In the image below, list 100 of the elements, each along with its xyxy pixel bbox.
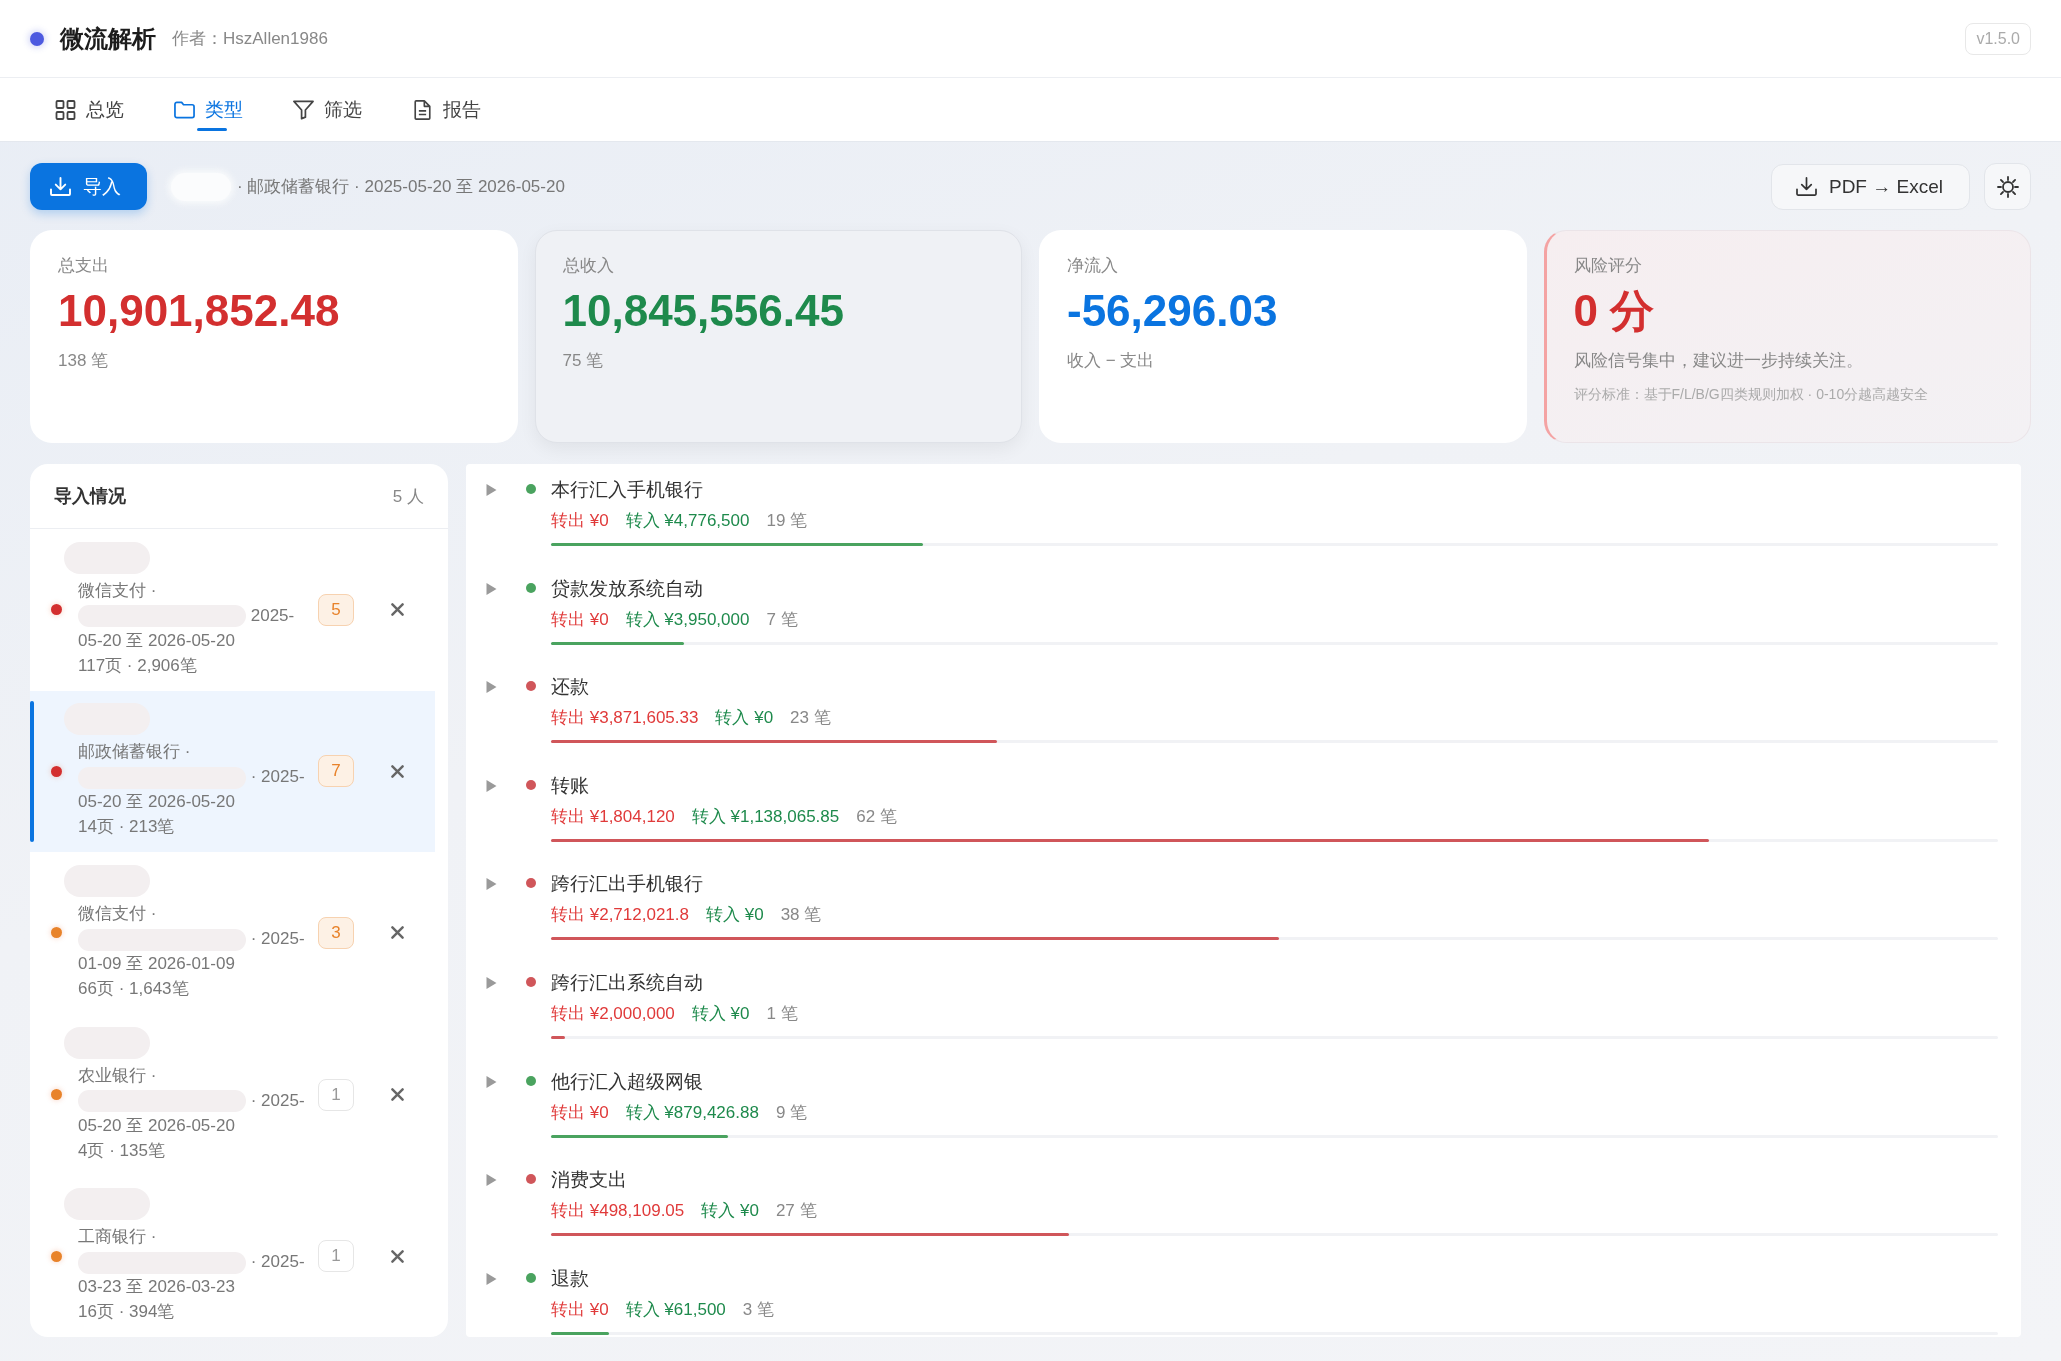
import-item[interactable]: 农业银行 · · 2025-05-20 至 2026-05-20 4页 · 135笔 1 <box>30 1013 435 1176</box>
page-count: 16页 · 394笔 <box>78 1301 175 1324</box>
stat-value: 10,845,556.45 <box>562 285 845 337</box>
outflow-amount: 转出 ¥3,871,605.33 <box>551 707 699 730</box>
caret-right-icon[interactable] <box>486 582 497 595</box>
account-detail: 微信支付 · · 2025-01-09 至 2026-01-09 <box>78 903 306 975</box>
caret-right-icon[interactable] <box>486 1075 497 1088</box>
transaction-count: 38 笔 <box>780 904 822 927</box>
category-name: 贷款发放系统自动 <box>551 576 704 601</box>
inflow-amount: 转入 ¥0 <box>706 904 764 927</box>
author-label: 作者：HszAllen1986 <box>172 28 328 50</box>
close-icon <box>390 1088 404 1102</box>
stat-note: 138 笔 <box>58 350 110 372</box>
close-icon <box>390 926 404 940</box>
stat-label: 总收入 <box>562 255 615 277</box>
download-icon <box>1795 177 1817 196</box>
close-icon <box>390 1249 404 1263</box>
outflow-amount: 转出 ¥0 <box>551 1298 609 1321</box>
category-name: 转账 <box>551 773 590 798</box>
transaction-count: 1 笔 <box>766 1002 798 1025</box>
caret-right-icon[interactable] <box>486 976 497 989</box>
outflow-amount: 转出 ¥2,712,021.8 <box>551 904 689 927</box>
outflow-amount: 转出 ¥1,804,120 <box>551 805 675 828</box>
count-badge: 3 <box>318 917 354 949</box>
stat-value: 10,901,852.48 <box>58 285 341 337</box>
document-icon <box>412 99 433 120</box>
import-item[interactable]: 微信支付 · 2025-05-20 至 2026-05-20 117页 · 2,906笔 5 <box>30 529 435 691</box>
page-count: 4页 · 135笔 <box>78 1139 165 1162</box>
import-item[interactable]: 微信支付 · · 2025-01-09 至 2026-01-09 66页 · 1,643笔 3 <box>30 852 435 1014</box>
close-icon <box>390 603 404 617</box>
transaction-count: 19 笔 <box>766 510 808 532</box>
transaction-count: 27 笔 <box>775 1200 817 1223</box>
nav-tab[interactable]: 筛选 <box>293 78 362 141</box>
caret-right-icon[interactable] <box>486 779 497 792</box>
download-icon <box>50 177 71 196</box>
account-detail: 农业银行 · · 2025-05-20 至 2026-05-20 <box>78 1064 306 1137</box>
logo-dot-icon <box>30 31 44 46</box>
stat-footnote: 评分标准：基于F/L/B/G四类规则加权 · 0-10分越高越安全 <box>1573 385 1930 404</box>
stat-label: 净流入 <box>1067 255 1119 277</box>
category-name: 还款 <box>551 675 590 700</box>
stat-note: 75 笔 <box>562 350 605 372</box>
caret-right-icon[interactable] <box>486 681 497 694</box>
stat-note: 收入 − 支出 <box>1067 350 1156 372</box>
count-badge: 1 <box>318 1078 354 1111</box>
page-count: 66页 · 1,643笔 <box>78 978 189 1000</box>
import-button[interactable]: 导入 <box>30 163 147 210</box>
page-count: 14页 · 213笔 <box>78 816 175 839</box>
convert-button[interactable]: PDF → Excel <box>1770 163 1970 210</box>
stat-value: 0 分 <box>1573 285 1656 337</box>
caret-right-icon[interactable] <box>486 1272 497 1285</box>
transaction-count: 3 笔 <box>742 1298 774 1321</box>
inflow-amount: 转入 ¥1,138,065.85 <box>691 805 840 828</box>
category-name: 退款 <box>551 1266 590 1291</box>
transaction-count: 23 笔 <box>790 707 831 730</box>
app-title: 微流解析 <box>60 23 156 54</box>
theme-toggle-button[interactable] <box>1984 163 2031 210</box>
account-detail: 微信支付 · 2025-05-20 至 2026-05-20 <box>78 579 296 652</box>
transaction-count: 62 笔 <box>856 805 897 828</box>
caret-right-icon[interactable] <box>486 878 497 891</box>
grid-icon <box>55 99 76 120</box>
account-detail: 工商银行 · · 2025-03-23 至 2026-03-23 <box>78 1226 306 1299</box>
count-badge: 7 <box>318 755 354 788</box>
stat-label: 风险评分 <box>1573 255 1643 277</box>
count-badge: 1 <box>318 1240 354 1273</box>
inflow-amount: 转入 ¥0 <box>691 1002 750 1025</box>
stat-value: -56,296.03 <box>1067 285 1279 337</box>
inflow-amount: 转入 ¥61,500 <box>625 1298 726 1321</box>
category-name: 他行汇入超级网银 <box>551 1069 704 1094</box>
stat-label: 总支出 <box>58 255 110 277</box>
nav-tab[interactable]: 类型 <box>174 78 243 141</box>
nav-tab[interactable]: 报告 <box>412 78 481 141</box>
inflow-amount: 转入 ¥3,950,000 <box>625 608 750 631</box>
close-icon <box>390 764 404 778</box>
caret-right-icon[interactable] <box>486 484 497 496</box>
sun-icon <box>1996 175 2019 198</box>
version-tag: v1.5.0 <box>1965 22 2031 55</box>
transaction-count: 9 笔 <box>775 1101 808 1124</box>
inflow-amount: 转入 ¥879,426.88 <box>625 1101 759 1124</box>
import-item[interactable]: 邮政储蓄银行 · · 2025-05-20 至 2026-05-20 14页 · 213笔 7 <box>30 690 435 853</box>
count-badge: 5 <box>318 593 354 626</box>
category-name: 本行汇入手机银行 <box>551 478 704 502</box>
outflow-amount: 转出 ¥2,000,000 <box>551 1002 675 1025</box>
category-name: 消费支出 <box>551 1168 628 1193</box>
outflow-amount: 转出 ¥0 <box>551 510 609 532</box>
funnel-icon <box>293 99 314 120</box>
page-count: 117页 · 2,906笔 <box>78 654 197 677</box>
source-summary: · 邮政储蓄银行 · 2025-05-20 至 2026-05-20 <box>237 176 565 198</box>
outflow-amount: 转出 ¥498,109.05 <box>551 1200 685 1223</box>
caret-right-icon[interactable] <box>486 1174 497 1187</box>
inflow-amount: 转入 ¥0 <box>715 707 774 730</box>
account-detail: 邮政储蓄银行 · · 2025-05-20 至 2026-05-20 <box>78 741 306 814</box>
people-count: 5 人 <box>392 485 424 508</box>
category-name: 跨行汇出手机银行 <box>551 872 704 897</box>
inflow-amount: 转入 ¥4,776,500 <box>625 510 750 532</box>
nav-tab[interactable]: 总览 <box>55 78 124 141</box>
inflow-amount: 转入 ¥0 <box>701 1200 759 1223</box>
import-item[interactable]: 工商银行 · · 2025-03-23 至 2026-03-23 16页 · 394笔 1 <box>30 1175 435 1337</box>
outflow-amount: 转出 ¥0 <box>551 1101 609 1124</box>
folder-icon <box>174 99 195 120</box>
transaction-count: 7 笔 <box>766 608 798 631</box>
